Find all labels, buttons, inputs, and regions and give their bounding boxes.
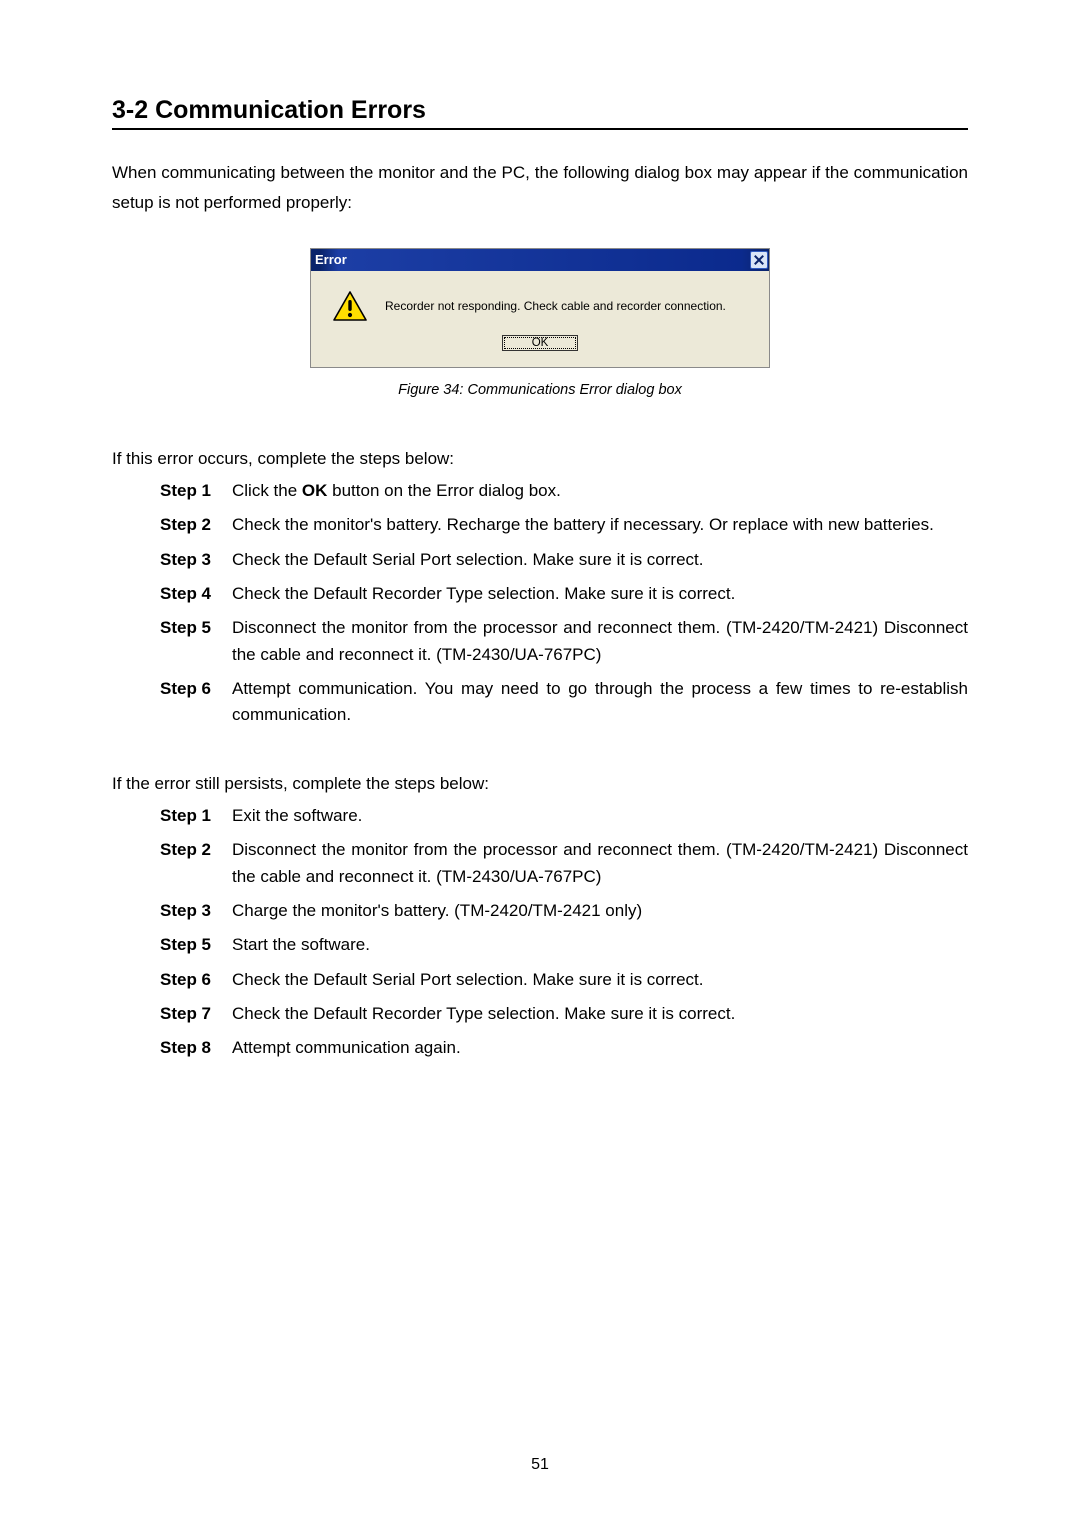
step-label: Step 3 xyxy=(160,898,218,924)
step-item: Step 6 Attempt communication. You may nee… xyxy=(160,676,968,729)
step-item: Step 1 Exit the software. xyxy=(160,803,968,829)
step-label: Step 8 xyxy=(160,1035,218,1061)
dialog-titlebar: Error xyxy=(311,249,769,271)
steps-list-2: Step 1 Exit the software. Step 2 Disconnect… xyxy=(112,803,968,1062)
step-item: Step 7 Check the Default Recorder Type se… xyxy=(160,1001,968,1027)
step-text: Attempt communication again. xyxy=(232,1035,968,1061)
dialog-title: Error xyxy=(315,252,347,267)
step-label: Step 7 xyxy=(160,1001,218,1027)
steps2-intro: If the error still persists, complete th… xyxy=(112,771,968,797)
error-dialog: Error Recorder not responding. Check cab… xyxy=(310,248,770,368)
step-label: Step 6 xyxy=(160,676,218,729)
step-item: Step 4 Check the Default Recorder Type se… xyxy=(160,581,968,607)
step-item: Step 6 Check the Default Serial Port sele… xyxy=(160,967,968,993)
step-text: Attempt communication. You may need to g… xyxy=(232,676,968,729)
dialog-footer: OK xyxy=(311,335,769,367)
close-icon xyxy=(754,255,764,265)
close-button[interactable] xyxy=(750,251,768,269)
step-text: Check the Default Recorder Type selectio… xyxy=(232,581,968,607)
step-item: Step 3 Check the Default Serial Port sele… xyxy=(160,547,968,573)
step-label: Step 4 xyxy=(160,581,218,607)
step-text: Start the software. xyxy=(232,932,968,958)
step-item: Step 8 Attempt communication again. xyxy=(160,1035,968,1061)
step-item: Step 2 Check the monitor's battery. Recha… xyxy=(160,512,968,538)
step-item: Step 1 Click the OK button on the Error d… xyxy=(160,478,968,504)
step-label: Step 3 xyxy=(160,547,218,573)
page-number: 51 xyxy=(0,1456,1080,1474)
warning-icon xyxy=(333,291,367,321)
step-text: Check the Default Recorder Type selectio… xyxy=(232,1001,968,1027)
step-text: Check the Default Serial Port selection.… xyxy=(232,967,968,993)
step-label: Step 5 xyxy=(160,932,218,958)
step-item: Step 5 Disconnect the monitor from the pr… xyxy=(160,615,968,668)
step-text: Check the Default Serial Port selection.… xyxy=(232,547,968,573)
steps1-intro: If this error occurs, complete the steps… xyxy=(112,446,968,472)
step-label: Step 2 xyxy=(160,512,218,538)
step-text: Check the monitor's battery. Recharge th… xyxy=(232,512,968,538)
step-text: Disconnect the monitor from the processo… xyxy=(232,837,968,890)
step-text: Disconnect the monitor from the processo… xyxy=(232,615,968,668)
step-item: Step 5 Start the software. xyxy=(160,932,968,958)
step-text: Charge the monitor's battery. (TM-2420/T… xyxy=(232,898,968,924)
step-item: Step 3 Charge the monitor's battery. (TM-… xyxy=(160,898,968,924)
ok-button[interactable]: OK xyxy=(502,335,578,351)
step-label: Step 1 xyxy=(160,803,218,829)
step-item: Step 2 Disconnect the monitor from the pr… xyxy=(160,837,968,890)
figure-caption: Figure 34: Communications Error dialog b… xyxy=(112,382,968,398)
section-heading: 3-2 Communication Errors xyxy=(112,96,968,130)
intro-paragraph: When communicating between the monitor a… xyxy=(112,158,968,218)
steps-list-1: Step 1 Click the OK button on the Error d… xyxy=(112,478,968,729)
step-label: Step 2 xyxy=(160,837,218,890)
step-text: Exit the software. xyxy=(232,803,968,829)
dialog-body: Recorder not responding. Check cable and… xyxy=(311,271,769,335)
step-label: Step 1 xyxy=(160,478,218,504)
dialog-message: Recorder not responding. Check cable and… xyxy=(385,299,726,313)
step-label: Step 5 xyxy=(160,615,218,668)
step-label: Step 6 xyxy=(160,967,218,993)
step-text: Click the OK button on the Error dialog … xyxy=(232,478,968,504)
dialog-figure: Error Recorder not responding. Check cab… xyxy=(112,248,968,368)
